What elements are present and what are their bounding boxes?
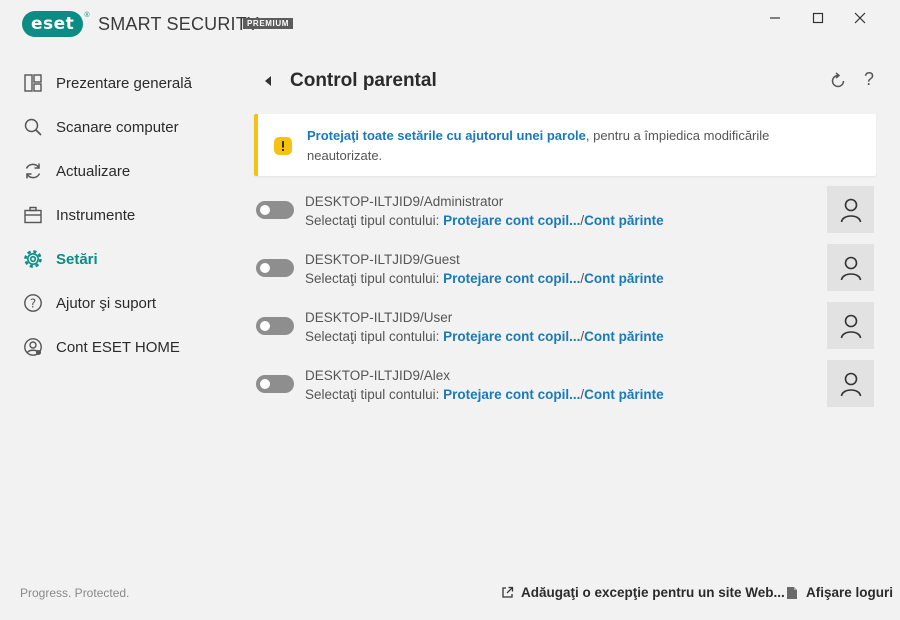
account-name: DESKTOP-ILTJID9/Guest <box>305 252 460 267</box>
account-type-prompt: Selectaţi tipul contului: <box>305 329 440 344</box>
logo-text: eset <box>22 11 84 37</box>
tagline: Progress. Protected. <box>20 586 130 600</box>
maximize-icon <box>812 12 824 24</box>
account-row: DESKTOP-ILTJID9/User Selectaţi tipul con… <box>254 302 876 350</box>
svg-text:?: ? <box>30 297 36 311</box>
sidebar-item-settings[interactable]: Setări <box>22 245 98 273</box>
sidebar-item-eset-home[interactable]: Cont ESET HOME <box>22 333 180 361</box>
external-link-icon <box>500 586 514 600</box>
help-button[interactable]: ? <box>864 69 874 90</box>
edition-badge: PREMIUM <box>243 18 293 29</box>
account-row: DESKTOP-ILTJID9/Alex Selectaţi tipul con… <box>254 360 876 408</box>
sidebar-item-label: Ajutor şi suport <box>56 294 157 312</box>
user-icon <box>840 256 861 280</box>
briefcase-icon <box>22 204 44 226</box>
password-alert: Protejaţi toate setările cu ajutorul une… <box>254 114 876 176</box>
sidebar-item-label: Actualizare <box>56 162 131 180</box>
sidebar-item-label: Scanare computer <box>56 118 179 136</box>
child-account-link[interactable]: Protejare cont copil... <box>443 213 580 228</box>
show-logs-link[interactable]: Afişare loguri <box>785 585 893 600</box>
account-avatar-button[interactable] <box>827 186 874 233</box>
sidebar-item-label: Instrumente <box>56 206 136 224</box>
log-file-icon <box>785 586 799 600</box>
account-toggle[interactable] <box>256 317 294 335</box>
show-logs-label: Afişare loguri <box>806 585 894 600</box>
account-toggle[interactable] <box>256 375 294 393</box>
user-icon <box>840 372 861 396</box>
close-button[interactable] <box>848 8 872 28</box>
user-circle-icon <box>22 336 44 358</box>
account-avatar-button[interactable] <box>827 302 874 349</box>
sidebar-item-label: Setări <box>56 250 98 268</box>
warning-icon <box>273 136 293 156</box>
registered-mark: ® <box>84 11 90 19</box>
password-protect-link[interactable]: Protejaţi toate setările cu ajutorul une… <box>307 128 586 143</box>
account-type-prompt: Selectaţi tipul contului: <box>305 271 440 286</box>
account-type-prompt: Selectaţi tipul contului: <box>305 387 440 402</box>
sidebar-item-tools[interactable]: Instrumente <box>22 201 135 229</box>
page-title: Control parental <box>290 70 437 91</box>
account-name: DESKTOP-ILTJID9/User <box>305 310 453 325</box>
account-avatar-button[interactable] <box>827 360 874 407</box>
minimize-button[interactable] <box>763 8 787 28</box>
maximize-button[interactable] <box>806 8 830 28</box>
account-row: DESKTOP-ILTJID9/Administrator Selectaţi … <box>254 186 876 234</box>
account-toggle[interactable] <box>256 259 294 277</box>
user-icon <box>840 314 861 338</box>
account-name: DESKTOP-ILTJID9/Administrator <box>305 194 504 209</box>
account-avatar-button[interactable] <box>827 244 874 291</box>
account-type-prompt: Selectaţi tipul contului: <box>305 213 440 228</box>
account-type-line: Selectaţi tipul contului: Protejare cont… <box>305 213 664 228</box>
child-account-link[interactable]: Protejare cont copil... <box>443 271 580 286</box>
sidebar-item-overview[interactable]: Prezentare generală <box>22 69 192 97</box>
refresh-icon <box>22 160 44 182</box>
sidebar-item-scan[interactable]: Scanare computer <box>22 113 179 141</box>
alert-text: Protejaţi toate setările cu ajutorul une… <box>307 126 827 166</box>
sidebar-item-update[interactable]: Actualizare <box>22 157 130 185</box>
add-website-exception-link[interactable]: Adăugaţi o excepţie pentru un site Web..… <box>500 585 785 600</box>
reset-button[interactable] <box>828 71 848 91</box>
account-type-line: Selectaţi tipul contului: Protejare cont… <box>305 271 664 286</box>
parent-account-link[interactable]: Cont părinte <box>584 213 664 228</box>
child-account-link[interactable]: Protejare cont copil... <box>443 329 580 344</box>
overview-icon <box>22 72 44 94</box>
minimize-icon <box>770 17 780 19</box>
sidebar-item-label: Prezentare generală <box>56 74 192 92</box>
account-type-line: Selectaţi tipul contului: Protejare cont… <box>305 329 664 344</box>
help-icon: ? <box>22 292 44 314</box>
parent-account-link[interactable]: Cont părinte <box>584 387 664 402</box>
account-name: DESKTOP-ILTJID9/Alex <box>305 368 451 383</box>
sidebar-item-help[interactable]: ? Ajutor şi suport <box>22 289 156 317</box>
eset-logo: eset ® <box>22 11 89 37</box>
parent-account-link[interactable]: Cont părinte <box>584 271 664 286</box>
account-row: DESKTOP-ILTJID9/Guest Selectaţi tipul co… <box>254 244 876 292</box>
product-name: SMART SECURITY <box>98 14 260 34</box>
title-bar: eset ® SMART SECURITY PREMIUM <box>0 0 900 48</box>
search-icon <box>22 116 44 138</box>
gear-icon <box>22 248 44 270</box>
close-icon <box>854 12 866 24</box>
sidebar-item-label: Cont ESET HOME <box>56 338 180 356</box>
account-type-line: Selectaţi tipul contului: Protejare cont… <box>305 387 664 402</box>
add-website-exception-label: Adăugaţi o excepţie pentru un site Web..… <box>521 585 785 600</box>
back-arrow-icon <box>265 76 271 86</box>
reset-icon <box>831 72 845 88</box>
parent-account-link[interactable]: Cont părinte <box>584 329 664 344</box>
back-button[interactable] <box>262 74 274 88</box>
user-icon <box>840 198 861 222</box>
account-toggle[interactable] <box>256 201 294 219</box>
child-account-link[interactable]: Protejare cont copil... <box>443 387 580 402</box>
